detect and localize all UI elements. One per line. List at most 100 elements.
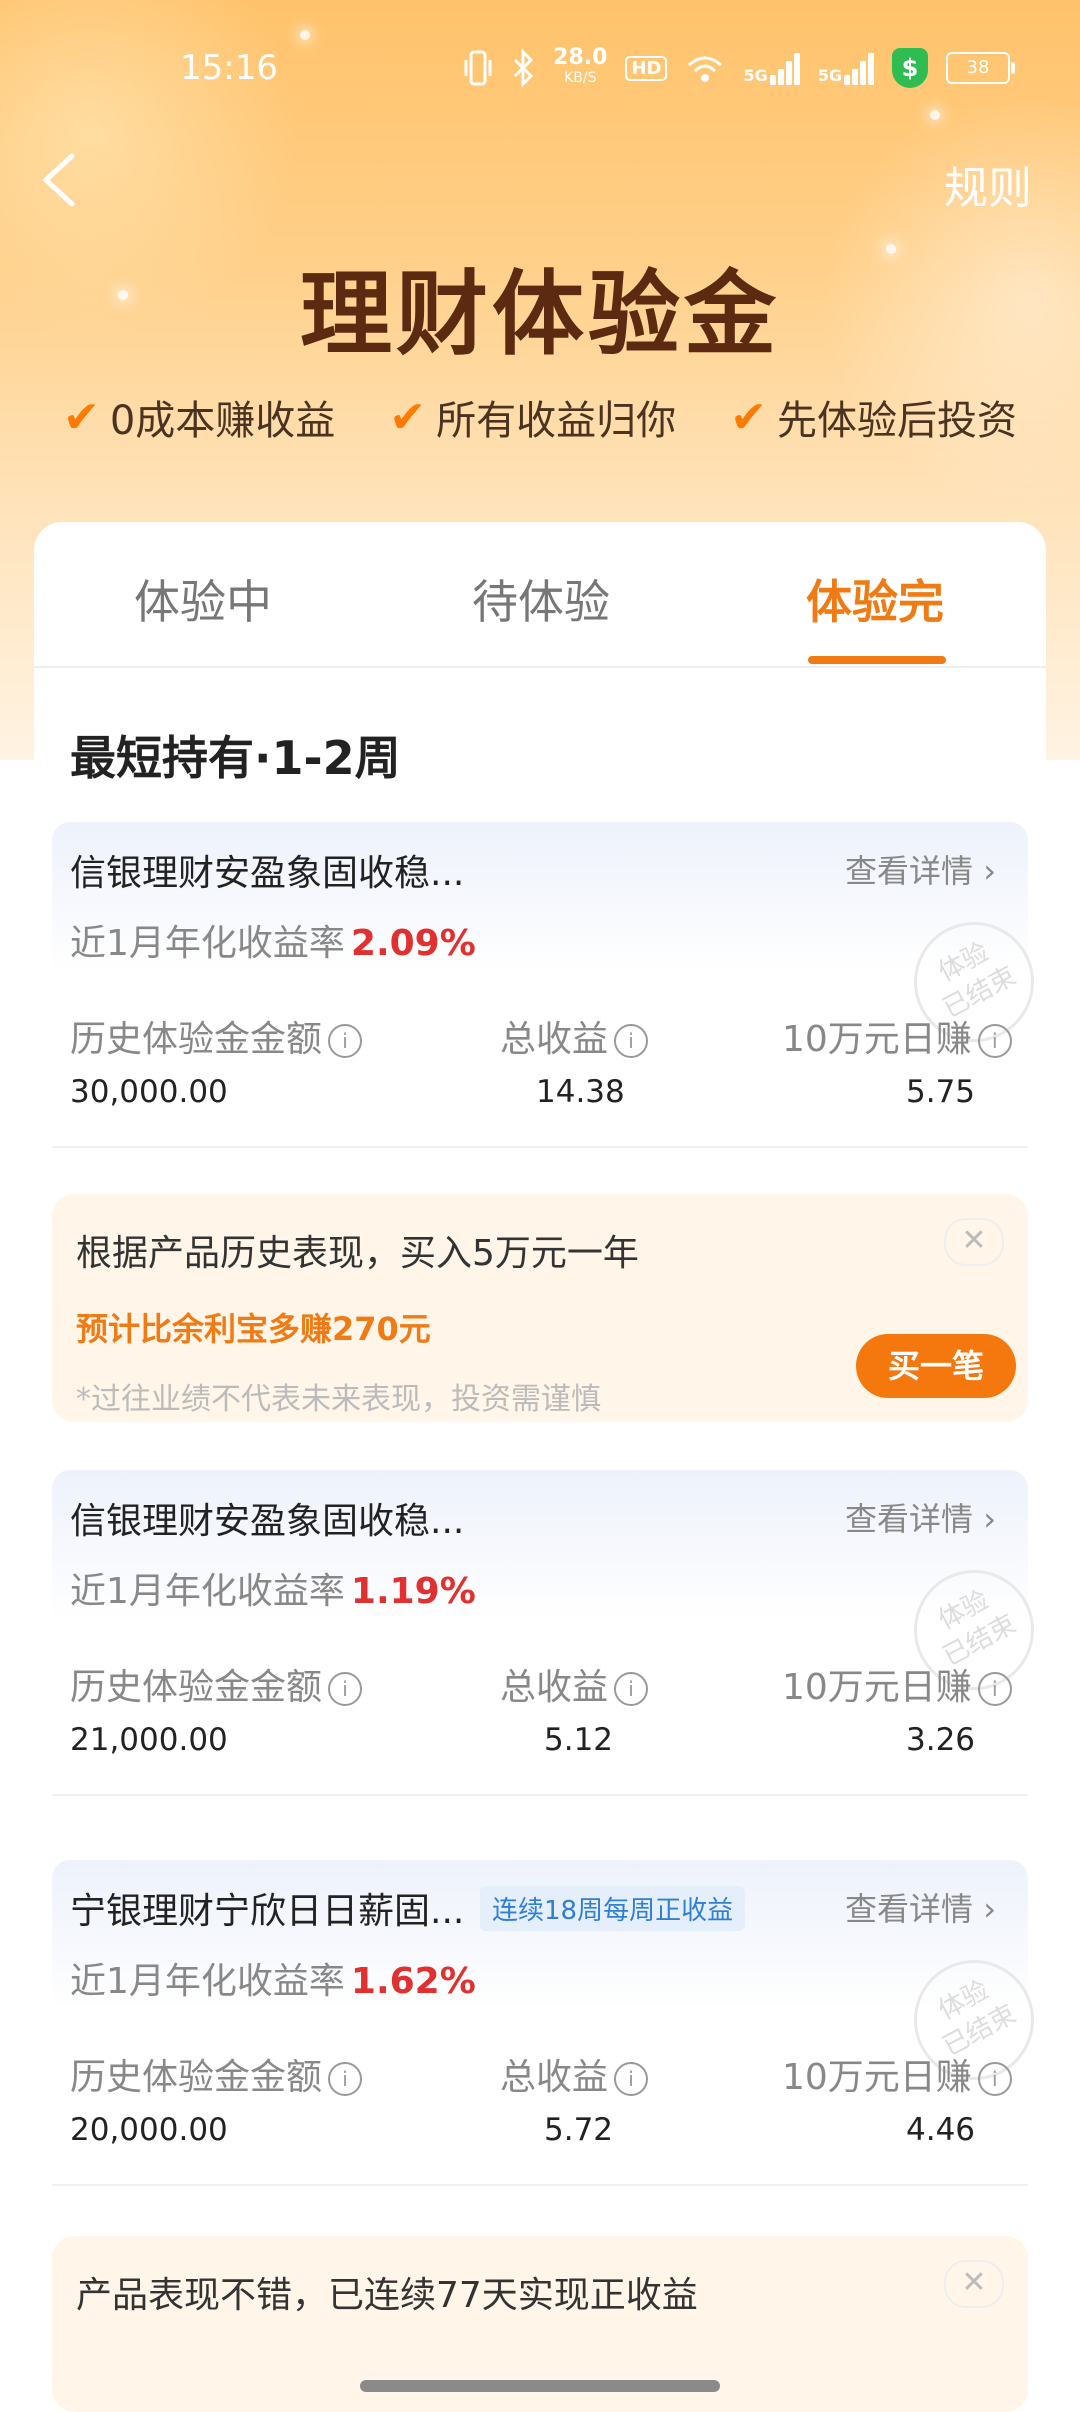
daily-earnings: 4.46 [906,2112,976,2148]
signal-bars [769,51,800,85]
total-earnings: 14.38 [536,1074,625,1110]
info-icon[interactable]: i [614,1672,649,1706]
product-name: 信银理财安盈象固收稳... [70,853,465,894]
rules-link[interactable]: 规则 [944,152,1032,216]
net-speed: 28.0 KB/S [553,45,608,88]
stat-label: 总收益 i [500,2048,649,2100]
feature-label: 0成本赚收益 [109,398,336,444]
tab-bar: 体验中 待体验 体验完 [34,522,1046,668]
tab-in-experience[interactable]: 体验中 [134,566,272,632]
rate-label: 近1月年化收益率 [70,1961,345,2002]
signal-bars [844,51,874,85]
checkmark-icon: ✔ [389,391,427,443]
view-detail-link[interactable]: 查看详情 › [845,1494,996,1540]
promo-highlight: 预计比余利宝多赚270元 [76,1310,431,1348]
hd-icon: HD [625,55,668,81]
rate-row: 近1月年化收益率 2.09% [70,914,476,966]
checkmark-icon: ✔ [730,391,768,443]
experience-card: 体验中 待体验 体验完 最短持有·1-2周 信银理财安盈象固收稳... 查看详情… [34,522,1056,2412]
product-header: 宁银理财宁欣日日薪固... 连续18周每周正收益 查看详情 › 近1月年化收益率… [52,1860,1056,2102]
battery-icon: 38 [946,52,1015,84]
experience-amount: 21,000.00 [70,1722,228,1758]
feature-item: ✔ 先体验后投资 [730,388,1017,446]
stat-label: 历史体验金金额 i [70,1658,363,1710]
product-name: 宁银理财宁欣日日薪固... [70,1891,465,1932]
promo-card: 根据产品历史表现，买入5万元一年 预计比余利宝多赚270元 *过往业绩不代表未来… [52,1194,1028,1422]
rate-value: 1.19% [350,1571,476,1612]
stat-label-text: 历史体验金金额 [70,1667,323,1708]
product-stats: 历史体验金金额 i 总收益 i 10万元日赚 i 30,000.00 14.38 5.… [52,970,1028,1148]
stat-label: 总收益 i [500,1658,649,1710]
back-button[interactable] [38,150,82,210]
stat-label: 历史体验金金额 i [70,1010,363,1062]
stat-label-text: 历史体验金金额 [70,2057,323,2098]
net-speed-value: 28.0 [553,45,608,70]
product-card[interactable]: 信银理财安盈象固收稳... 查看详情 › 近1月年化收益率 2.09% 体验 已结束… [52,822,1056,1148]
product-card[interactable]: 宁银理财宁欣日日薪固... 连续18周每周正收益 查看详情 › 近1月年化收益率… [52,1860,1056,2186]
checkmark-icon: ✔ [62,391,100,443]
vibrate-icon [464,50,492,86]
stat-label: 10万元日赚 i [782,2048,1012,2100]
stat-label-text: 总收益 [500,2057,609,2098]
info-icon[interactable]: i [328,2062,363,2096]
stat-label-text: 总收益 [500,1019,609,1060]
wifi-icon [688,56,723,82]
rate-row: 近1月年化收益率 1.19% [70,1562,476,1614]
stat-label: 历史体验金金额 i [70,2048,363,2100]
tab-pending[interactable]: 待体验 [472,566,610,632]
info-icon[interactable]: i [328,1672,363,1706]
stat-label-text: 总收益 [500,1667,609,1708]
section-title: 最短持有·1-2周 [70,731,401,785]
stat-label-text: 10万元日赚 [782,2057,972,2098]
signal-5g-icon: 5G [743,51,800,85]
home-indicator[interactable] [360,2380,720,2392]
decor-sparkle [300,30,310,40]
feature-list: ✔ 0成本赚收益 ✔ 所有收益归你 ✔ 先体验后投资 [0,388,1080,446]
info-icon[interactable]: i [614,2062,649,2096]
stat-label: 10万元日赚 i [782,1658,1012,1710]
security-shield-icon: $ [892,48,928,88]
promo-disclaimer: *过往业绩不代表未来表现，投资需谨慎 [76,1382,601,1417]
close-icon[interactable]: ✕ [944,1218,1004,1266]
page-title: 理财体验金 [299,261,780,368]
signal-5g-icon: 5G [818,51,874,85]
rate-label: 近1月年化收益率 [70,923,345,964]
stat-label-text: 历史体验金金额 [70,1019,323,1060]
signal-label: 5G [817,66,842,85]
product-stats: 历史体验金金额 i 总收益 i 10万元日赚 i 20,000.00 5.72 4.4… [52,2008,1028,2186]
product-tag: 连续18周每周正收益 [480,1886,746,1931]
stat-label: 10万元日赚 i [782,1010,1012,1062]
feature-label: 所有收益归你 [436,398,677,444]
info-icon[interactable]: i [614,1024,649,1058]
view-detail-link[interactable]: 查看详情 › [845,846,996,892]
experience-amount: 20,000.00 [70,2112,228,2148]
chevron-left-icon [42,153,75,207]
rate-value: 2.09% [350,923,476,964]
rate-label: 近1月年化收益率 [70,1571,345,1612]
promo-text: 根据产品历史表现，买入5万元一年 [76,1233,639,1274]
signal-label: 5G [743,66,768,85]
product-header: 信银理财安盈象固收稳... 查看详情 › 近1月年化收益率 2.09% 体验 已结束 [52,822,1056,1064]
status-bar: 15:16 28.0 KB/S HD 5G 5G $ 38 [0,40,1080,100]
total-earnings: 5.72 [544,2112,614,2148]
tab-completed[interactable]: 体验完 [806,566,944,632]
net-speed-unit: KB/S [564,70,597,86]
bluetooth-icon [514,48,534,88]
close-icon[interactable]: ✕ [944,2260,1004,2308]
view-detail-link[interactable]: 查看详情 › [845,1884,996,1930]
product-card[interactable]: 信银理财安盈象固收稳... 查看详情 › 近1月年化收益率 1.19% 体验 已结束… [52,1470,1056,1796]
daily-earnings: 3.26 [906,1722,976,1758]
product-stats: 历史体验金金额 i 总收益 i 10万元日赚 i 21,000.00 5.12 3.2… [52,1618,1028,1796]
info-icon[interactable]: i [328,1024,363,1058]
product-name: 信银理财安盈象固收稳... [70,1501,465,1542]
status-icons: 28.0 KB/S HD 5G 5G $ 38 [463,45,1015,88]
info-icon[interactable]: i [977,2062,1012,2096]
status-time: 15:16 [180,48,278,88]
daily-earnings: 5.75 [906,1074,976,1110]
feature-label: 先体验后投资 [777,398,1018,444]
info-icon[interactable]: i [977,1672,1012,1706]
buy-button[interactable]: 买一笔 [856,1334,1016,1398]
info-icon[interactable]: i [977,1024,1012,1058]
experience-amount: 30,000.00 [70,1074,228,1110]
product-header: 信银理财安盈象固收稳... 查看详情 › 近1月年化收益率 1.19% 体验 已结束 [52,1470,1056,1712]
